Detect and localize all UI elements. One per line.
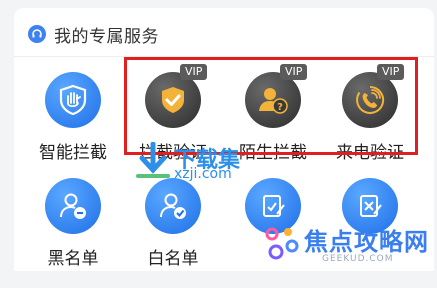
person-minus-icon xyxy=(45,178,101,234)
watermark-url: GEEKUD.COM xyxy=(322,254,394,264)
section-title: 我的专属服务 xyxy=(54,26,159,47)
watermark-geekud: 焦点攻略网 GEEKUD.COM xyxy=(262,218,437,271)
service-label: 智能拦截 xyxy=(39,143,107,163)
section-header: 我的专属服务 xyxy=(28,22,159,47)
service-label: 白名单 xyxy=(147,249,199,269)
service-blacklist[interactable]: 黑名单 xyxy=(28,178,118,288)
watermark-xzji: 下载集 xzji.com xyxy=(134,140,274,186)
shield-hand-icon xyxy=(45,72,101,128)
dots-logo-icon xyxy=(265,227,299,260)
service-smart-block[interactable]: 智能拦截 xyxy=(28,72,118,182)
service-label: 黑名单 xyxy=(47,249,99,269)
watermark-url: xzji.com xyxy=(174,166,232,182)
person-check-icon xyxy=(145,178,201,234)
service-whitelist[interactable]: 白名单 xyxy=(128,178,218,288)
download-arrow-icon xyxy=(136,142,170,178)
headset-icon xyxy=(28,25,46,43)
watermark-title: 焦点攻略网 xyxy=(304,228,429,256)
